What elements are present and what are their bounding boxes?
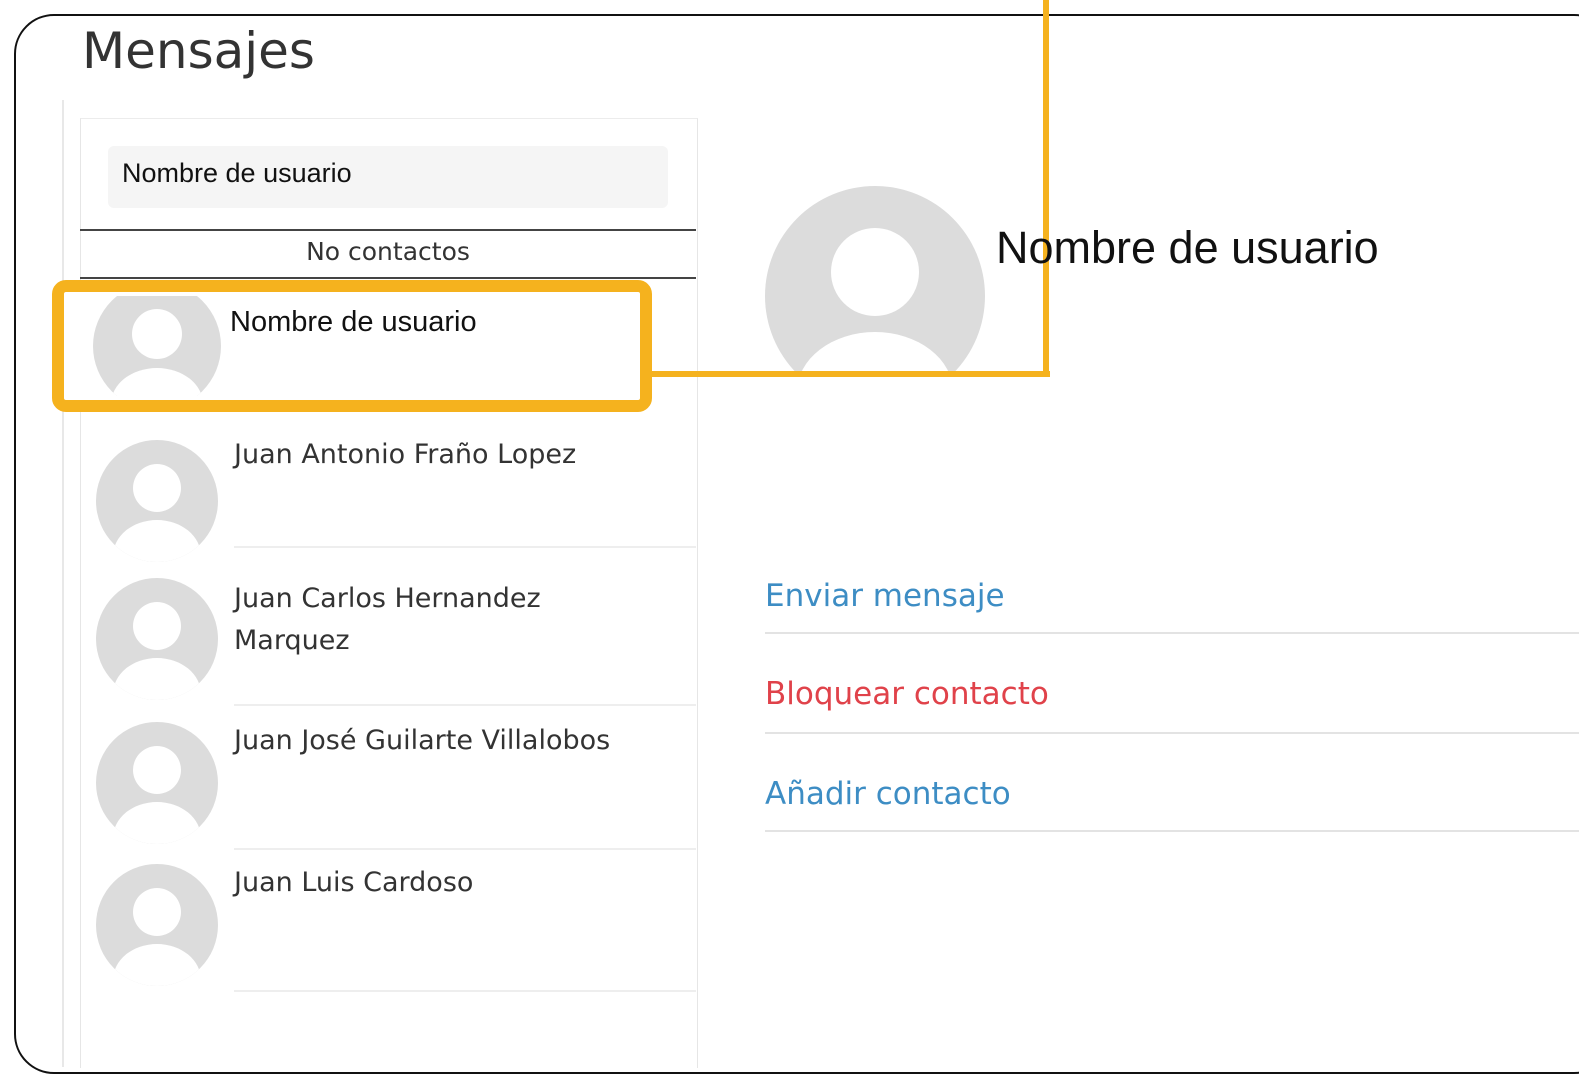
contact-name: Juan Antonio Fraño Lopez (234, 439, 577, 470)
contact-name: Juan Luis Cardoso (234, 867, 474, 898)
contact-separator (234, 546, 696, 548)
block-contact-label: Bloquear contacto (765, 676, 1049, 712)
divider (62, 100, 64, 1067)
send-message-label: Enviar mensaje (765, 578, 1005, 614)
user-avatar-icon (96, 864, 218, 986)
page-title: Mensajes (82, 22, 315, 80)
callout-line (1043, 0, 1049, 377)
send-message-link[interactable]: Enviar mensaje (765, 578, 1579, 634)
action-separator (765, 830, 1579, 832)
add-contact-link[interactable]: Añadir contacto (765, 776, 1579, 832)
action-separator (765, 732, 1579, 734)
callout-line (652, 371, 1050, 377)
contact-item[interactable]: Juan Antonio Fraño Lopez (90, 420, 696, 562)
contact-item[interactable]: Juan Luis Cardoso (90, 850, 696, 992)
highlighted-contact-name: Nombre de usuario (230, 306, 477, 338)
contact-item[interactable]: Juan José Guilarte Villalobos (90, 706, 696, 850)
add-contact-label: Añadir contacto (765, 776, 1011, 812)
block-contact-link[interactable]: Bloquear contacto (765, 676, 1579, 734)
search-input-text: Nombre de usuario (122, 158, 352, 188)
contact-separator (234, 990, 696, 992)
contact-item[interactable]: Juan Carlos Hernandez Marquez (90, 562, 696, 706)
user-avatar-icon (96, 578, 218, 700)
profile-avatar-icon (765, 186, 985, 376)
user-avatar-icon (93, 296, 221, 396)
user-avatar-icon (96, 722, 218, 844)
user-avatar-icon (96, 440, 218, 562)
action-separator (765, 632, 1579, 634)
no-contacts-label: No contactos (306, 237, 470, 266)
contact-name: Juan Carlos Hernandez Marquez (234, 583, 541, 656)
profile-name: Nombre de usuario (996, 222, 1379, 273)
contact-name: Juan José Guilarte Villalobos (234, 725, 611, 756)
no-contacts-header: No contactos (80, 229, 696, 279)
